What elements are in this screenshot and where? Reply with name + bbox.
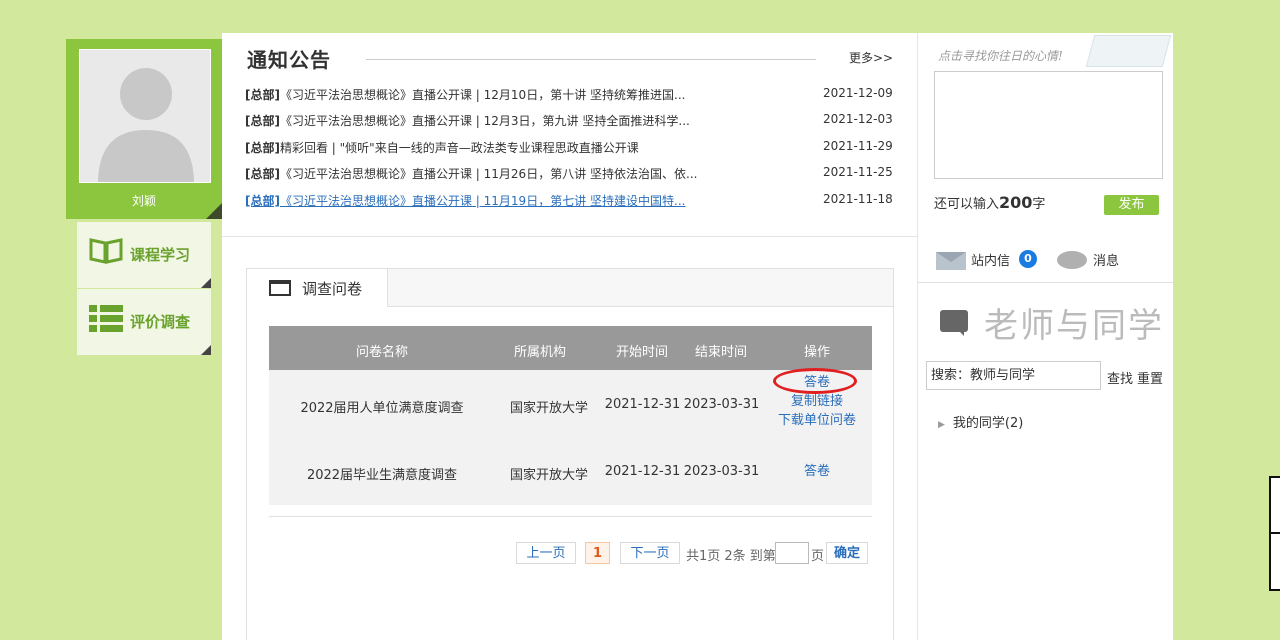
right-panel-divider: [918, 282, 1173, 283]
chat-bubble-icon[interactable]: [1057, 251, 1087, 269]
survey-org: 国家开放大学: [509, 468, 588, 483]
notice-bottom-divider: [222, 236, 918, 237]
notice-text: 《习近平法治思想概论》直播公开课 | 12月10日，第十讲 坚持统筹推进国...: [279, 88, 686, 102]
column-header: 所属机构: [513, 345, 566, 360]
notice-category: [总部]: [245, 141, 280, 155]
survey-start: 2021-12-31: [604, 397, 681, 412]
survey-name: 2022届用人单位满意度调查: [300, 401, 464, 416]
notice-item-hovered[interactable]: [总部]《习近平法治思想概论》直播公开课 | 11月19日，第七讲 坚持建设中国…: [245, 192, 895, 212]
survey-name: 2022届毕业生满意度调查: [306, 468, 458, 483]
page-jump-ok-button[interactable]: 确定: [826, 542, 868, 564]
user-panel-corner: [206, 203, 222, 219]
envelope-icon[interactable]: [936, 252, 966, 270]
copy-link[interactable]: 复制链接: [767, 392, 867, 411]
notice-section-title: 通知公告: [247, 48, 331, 72]
notice-text: 精彩回看 | "倾听"来自一线的声音—政法类专业课程思政直播公开课: [279, 141, 639, 155]
messages-link[interactable]: 消息: [1093, 250, 1119, 269]
column-header: 结束时间: [694, 345, 747, 360]
reset-button[interactable]: 重置: [1137, 368, 1163, 387]
mood-hint-link[interactable]: 点击寻找你往日的心情!: [938, 47, 1063, 64]
notice-date: 2021-12-09: [823, 86, 893, 100]
floating-edge-panel-divider: [1269, 532, 1280, 534]
sidebar-item-label: 评价调查: [130, 313, 191, 331]
notice-date: 2021-11-18: [823, 192, 893, 206]
notice-item[interactable]: [总部]《习近平法治思想概论》直播公开课 | 12月3日，第九讲 坚持全面推进科…: [245, 112, 895, 132]
book-icon: [89, 238, 123, 264]
contact-search-input[interactable]: 搜索：教师与同学: [926, 361, 1101, 390]
tab-survey-label: 调查问卷: [302, 280, 363, 298]
comment-icon: [940, 310, 968, 336]
caret-right-icon: ▶: [938, 420, 945, 430]
notice-more-link[interactable]: 更多>>: [849, 49, 893, 66]
notice-category: [总部]: [245, 88, 280, 102]
notice-category: [总部]: [245, 167, 280, 181]
survey-table-header: 问卷名称 所属机构 开始时间 结束时间 操作: [269, 326, 872, 370]
column-header: 问卷名称: [355, 345, 408, 360]
right-column-divider: [917, 33, 918, 640]
survey-end: 2023-03-31: [683, 397, 760, 412]
sidebar-item-course-study[interactable]: 课程学习: [77, 222, 211, 288]
sidebar-item-evaluation-survey[interactable]: 评价调查: [77, 289, 211, 355]
list-icon: [89, 305, 123, 332]
notice-date: 2021-12-03: [823, 112, 893, 126]
notice-item[interactable]: [总部]《习近平法治思想概论》直播公开课 | 12月10日，第十讲 坚持统筹推进…: [245, 86, 895, 106]
survey-actions: 答卷: [767, 462, 867, 481]
answer-link[interactable]: 答卷: [767, 462, 867, 481]
search-button[interactable]: 查找: [1107, 368, 1133, 387]
table-bottom-divider: [269, 516, 872, 517]
annotation-highlight-ring: [773, 368, 857, 394]
mood-paper-decoration: [1085, 35, 1172, 67]
notice-text: 《习近平法治思想概论》直播公开课 | 11月19日，第七讲 坚持建设中国特...: [279, 194, 686, 208]
current-page-button[interactable]: 1: [585, 542, 610, 564]
notice-text: 《习近平法治思想概论》直播公开课 | 12月3日，第九讲 坚持全面推进科学...: [279, 114, 690, 128]
page-unit-label: 页: [811, 549, 825, 564]
publish-button[interactable]: 发布: [1104, 195, 1159, 215]
column-header: 开始时间: [615, 345, 668, 360]
notice-category: [总部]: [245, 194, 280, 208]
survey-end: 2023-03-31: [683, 464, 760, 479]
avatar[interactable]: [79, 49, 211, 183]
page-jump-input[interactable]: [775, 542, 809, 564]
user-name: 刘颖: [131, 194, 156, 208]
prev-page-button[interactable]: 上一页: [516, 542, 576, 564]
survey-org: 国家开放大学: [509, 401, 588, 416]
mood-char-remaining: 还可以输入200字: [934, 193, 1046, 212]
sidebar-item-label: 课程学习: [130, 246, 191, 264]
window-icon: [269, 280, 291, 296]
inbox-link[interactable]: 站内信: [971, 250, 1010, 269]
notice-category: [总部]: [245, 114, 280, 128]
download-unit-survey-link[interactable]: 下载单位问卷: [767, 411, 867, 430]
pagination-info: 共1页 2条 到第: [686, 549, 776, 564]
notice-item[interactable]: [总部]《习近平法治思想概论》直播公开课 | 11月26日，第八讲 坚持依法治国…: [245, 165, 895, 185]
my-classmates-label: 我的同学(2): [952, 416, 1024, 431]
notice-title-divider: [366, 59, 816, 60]
notice-item[interactable]: [总部]精彩回看 | "倾听"来自一线的声音—政法类专业课程思政直播公开课 20…: [245, 139, 895, 159]
next-page-button[interactable]: 下一页: [620, 542, 680, 564]
column-header: 操作: [803, 345, 830, 360]
notice-text: 《习近平法治思想概论》直播公开课 | 11月26日，第八讲 坚持依法治国、依..…: [279, 167, 698, 181]
mood-textarea[interactable]: [934, 71, 1163, 179]
notice-date: 2021-11-25: [823, 165, 893, 179]
table-row: 2022届毕业生满意度调查 国家开放大学 2021-12-31 2023-03-…: [269, 437, 872, 505]
sidebar-item-corner: [201, 278, 211, 288]
sidebar-item-corner: [201, 345, 211, 355]
survey-start: 2021-12-31: [604, 464, 681, 479]
avatar-placeholder-icon: [98, 68, 194, 182]
notice-date: 2021-11-29: [823, 139, 893, 153]
inbox-count-badge: 0: [1019, 250, 1037, 268]
my-classmates-node[interactable]: ▶ 我的同学(2): [938, 412, 1023, 431]
teachers-classmates-title: 老师与同学: [984, 306, 1164, 346]
